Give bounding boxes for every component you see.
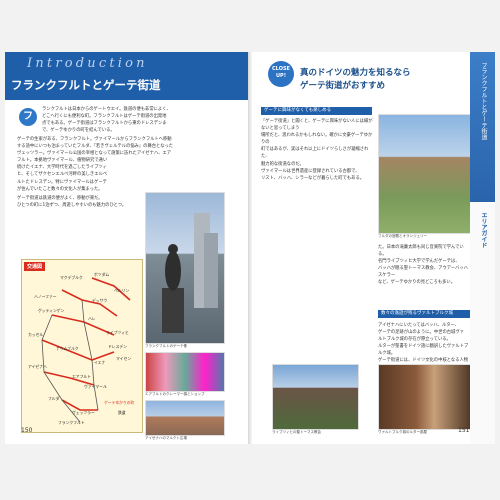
photo-caption: ヴァルトブルク城のルター部屋 xyxy=(378,430,427,434)
station-label: エアフルト xyxy=(72,374,91,379)
feature-title-line2: ゲーテ街道がおすすめ xyxy=(300,81,386,91)
shop-photo xyxy=(145,352,225,392)
market-square-photo xyxy=(145,400,225,436)
text-line: フルト。本拠地ヴァイマール、植物研究で通い xyxy=(17,158,108,164)
station-label: ナウムブルク xyxy=(56,346,79,351)
photo-caption: エアフルトのクレーマー橋とショップ xyxy=(145,392,205,396)
body-paragraph: ゲーテの生家がある、フランクフルト。ヴァイマールからフランクフルトへ移動 する途… xyxy=(17,136,223,193)
station-label: イエナ xyxy=(94,360,106,365)
text-line: ルターが聖書をドイツ語に翻訳したヴァルトブルク城。 xyxy=(378,344,469,357)
station-label: アイゼナハ xyxy=(28,364,47,369)
text-line: ルトたドレスデン。特にヴァイマールはゲーテ xyxy=(17,179,107,185)
text-line: で、ゲーテゆかりの町を結んでいる。 xyxy=(42,128,115,134)
badge-line: UP! xyxy=(275,73,286,79)
statue-photo xyxy=(145,192,225,344)
close-up-badge: CLOSE UP! xyxy=(268,61,294,87)
text-line: アイゼナハにいたってはバッハ、ルター、 xyxy=(378,323,460,328)
station-label: ベルリン xyxy=(114,288,130,293)
text-line: どこへ行くにも便利な町。フランクフルトはゲーテ街道の出発地 xyxy=(42,114,167,120)
palace-photo xyxy=(378,114,472,234)
badge-line: CLOSE xyxy=(272,66,290,72)
drop-cap-badge: フ xyxy=(19,108,37,126)
station-label: ヴァイマール xyxy=(84,384,107,389)
legend-goethe: ゲーテゆかりの町 xyxy=(104,400,135,405)
text-line: 点でもある。ゲーテ街道はフランクフルトから東のドレスデンま xyxy=(42,121,167,127)
text-line: た。日本の滝廉太郎も同じ音楽院で学んでいる。 xyxy=(378,245,464,258)
text-line: 「ゲーテ街道」と聞くと、ゲーテに興味がない人には縁がないと思ってしまう xyxy=(261,119,373,132)
text-line: など、ゲーテゆかりの見どころも多い。 xyxy=(378,280,455,286)
photo-caption: アイゼナハのマルクト広場 xyxy=(145,436,187,440)
text-line: ヴァイマールは世界遺産に登録されている古都で、 xyxy=(261,168,360,174)
station-label: ポツダム xyxy=(94,272,110,277)
text-line: ルトブルク城の存在が際立っている。 xyxy=(378,337,451,343)
station-label: ヴェッツラー xyxy=(72,410,95,415)
station-label: ハレ xyxy=(88,316,96,321)
station-label: デッサウ xyxy=(92,298,108,303)
church-photo xyxy=(272,364,359,430)
station-label: マクデブルク xyxy=(60,275,83,280)
station-label: ライプツィヒ xyxy=(106,330,129,335)
text-line: 名門ライプツィヒ大学で学んだゲーテは、 xyxy=(378,259,460,265)
page-title: フランクフルトとゲーテ街道 xyxy=(11,78,161,92)
text-line: 魅力的な街道なのだ。 xyxy=(261,161,304,167)
map-title: 交通図 xyxy=(24,262,46,271)
text-line: バッハが眠る聖トーマス教会、アウアーバッハスケラー xyxy=(378,266,468,279)
feature-column-1: 「ゲーテ街道」と聞くと、ゲーテに興味がない人には縁がないと思ってしまう 場所だと… xyxy=(261,118,373,182)
text-line: ゲーテの足跡が山のように。中世の古城ヴァ xyxy=(378,330,464,336)
photo-caption: ライプツィヒの聖トーマス教会 xyxy=(272,430,321,434)
station-label: カッセル xyxy=(28,332,44,337)
text-line: ヒ、そしてザクセンエルベ河畔の美しきエルベ xyxy=(17,172,108,178)
text-line: ヴェッツラー。ヴァイマール公国の宰相となって施策に訪れたアイゼナハ、エア xyxy=(17,151,172,157)
transport-map: 交通図 マクデブルク ポツダム ベルリン デッサウ ハノーファー ゲッティンゲン… xyxy=(21,259,143,433)
castle-room-photo xyxy=(378,364,472,430)
text-line: リスト、バッハ、シラーなどが暮らした町でもある。 xyxy=(261,175,365,181)
station-label: ゲッティンゲン xyxy=(38,308,65,313)
intro-heading: Introduction xyxy=(27,56,148,71)
feature-column-2: た。日本の滝廉太郎も同じ音楽院で学んでいる。 名門ライプツィヒ大学で学んだゲーテ… xyxy=(378,244,470,287)
photo-caption: フランクフルトのゲーテ像 xyxy=(145,344,187,348)
section-heading: ゲーテに興味がなくても楽しめる xyxy=(261,107,372,115)
goethe-statue-image xyxy=(162,213,218,333)
text-line: ひとつの町に1泊ずつ、周遊しやすいのも魅力のひとつ。 xyxy=(17,203,127,209)
text-line: ランクフルトは日本からのゲートウエイ。鉄道の便も非常によく、 xyxy=(42,107,171,112)
station-label: ハノーファー xyxy=(34,294,57,299)
intro-paragraph: ランクフルトは日本からのゲートウエイ。鉄道の便も非常によく、 どこへ行くにも便利… xyxy=(42,106,222,134)
side-tab-label: フランクフルトとゲーテ街道 xyxy=(480,62,487,140)
closing-paragraph: ゲーテ街道は鉄道の便がよく、移動が楽だ。 ひとつの町に1泊ずつ、周遊しやすいのも… xyxy=(17,195,147,209)
page-number: 150 xyxy=(21,427,33,434)
right-page: CLOSE UP! 真のドイツの魅力を知るなら ゲーテ街道がおすすめ ゲーテに興… xyxy=(252,52,495,444)
text-line: する途中にいつも泊まっていたフルダ、『若きヴェルテルの悩み』の舞台となった xyxy=(17,144,174,150)
legend-rail: 鉄道 xyxy=(118,410,126,415)
text-line: ゲーテ街道は鉄道の便がよく、移動が楽だ。 xyxy=(17,196,103,201)
feature-title-line1: 真のドイツの魅力を知るなら xyxy=(300,68,411,78)
photo-caption: フルダの宮殿とオランジェリー xyxy=(378,234,427,238)
area-guide-label: エリアガイド xyxy=(480,212,487,248)
page-number: 151 xyxy=(458,427,470,434)
station-label: マイセン xyxy=(116,356,132,361)
text-line: 町ではあるが、実はそれ以上にドイツらしさが凝縮された、 xyxy=(261,147,369,160)
station-label: ドレスデン xyxy=(108,344,127,349)
station-label: フランクフルト xyxy=(58,420,85,425)
text-line: 場所だと、思われるかもしれない。確かに文豪ゲーテゆかりの xyxy=(261,133,373,146)
left-page: Introduction フランクフルトとゲーテ街道 フ ランクフルトは日本から… xyxy=(5,52,248,444)
text-line: ゲーテの生家がある、フランクフルト。ヴァイマールからフランクフルトへ移動 xyxy=(17,137,172,142)
station-label: フルダ xyxy=(48,396,60,401)
text-line: 続けたイエナ、大学時代を過ごしたライプツィ xyxy=(17,165,107,171)
